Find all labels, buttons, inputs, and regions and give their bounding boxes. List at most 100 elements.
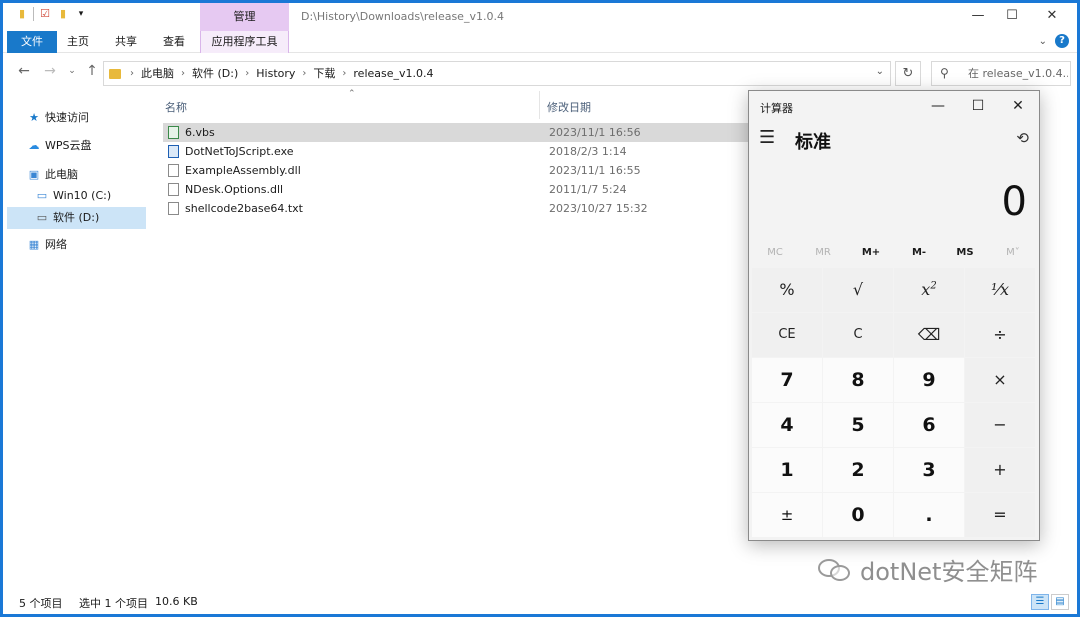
folder-icon[interactable]: ▮ (15, 7, 29, 21)
subtract-button[interactable]: − (965, 403, 1035, 447)
forward-arrow-icon[interactable]: → (41, 63, 59, 79)
breadcrumb-release[interactable]: release_v1.0.4 (349, 62, 437, 85)
window-title-path: D:\History\Downloads\release_v1.0.4 (301, 10, 504, 23)
folder-icon (109, 68, 121, 79)
chevron-down-icon[interactable]: ⌄ (876, 66, 884, 77)
search-input[interactable]: ⚲ 在 release_v1.0.4... (931, 61, 1071, 86)
ribbon-tabs: 文件 主页 共享 查看 应用程序工具 ⌄ ? (3, 31, 1077, 53)
refresh-icon[interactable]: ↻ (895, 61, 921, 86)
table-row[interactable]: NDesk.Options.dll 2011/1/7 5:24 (163, 180, 763, 199)
dll-file-icon (168, 183, 179, 196)
large-icons-view-icon[interactable]: ▤ (1051, 594, 1069, 610)
calculator-mode: 标准 (795, 132, 831, 153)
text-file-icon (168, 202, 179, 215)
memory-store-button[interactable]: MS (941, 243, 989, 263)
memory-recall-button[interactable]: MR (799, 243, 847, 263)
file-list: ⌃ 名称 修改日期 6.vbs 2023/11/1 16:56 DotNetTo… (161, 89, 763, 591)
add-button[interactable]: + (965, 448, 1035, 492)
column-divider[interactable] (539, 91, 540, 119)
file-date: 2011/1/7 5:24 (549, 183, 627, 196)
breadcrumb-this-pc[interactable]: 此电脑 (137, 62, 178, 85)
sidebar-item-label: WPS云盘 (45, 139, 92, 152)
table-row[interactable]: shellcode2base64.txt 2023/10/27 15:32 (163, 199, 763, 218)
breadcrumb-drive-d[interactable]: 软件 (D:) (188, 62, 242, 85)
digit-2-button[interactable]: 2 (823, 448, 893, 492)
status-bar: 5 个项目 选中 1 个项目 10.6 KB ☰ ▤ (3, 591, 1077, 614)
square-button-label: x (921, 280, 931, 299)
recent-locations-icon[interactable]: ⌄ (63, 66, 81, 76)
tab-file[interactable]: 文件 (7, 31, 57, 53)
digit-5-button[interactable]: 5 (823, 403, 893, 447)
column-header-date[interactable]: 修改日期 (547, 99, 591, 115)
digit-8-button[interactable]: 8 (823, 358, 893, 402)
memory-subtract-button[interactable]: M- (895, 243, 943, 263)
chevron-right-icon[interactable]: › (242, 62, 252, 85)
chevron-right-icon[interactable]: › (299, 62, 309, 85)
calc-close-button[interactable]: ✕ (999, 95, 1037, 117)
table-row[interactable]: DotNetToJScript.exe 2018/2/3 1:14 (163, 142, 763, 161)
up-arrow-icon[interactable]: ↑ (83, 63, 101, 79)
clear-button[interactable]: C (823, 313, 893, 357)
decimal-button[interactable]: . (894, 493, 964, 537)
reciprocal-button[interactable]: ¹⁄x (965, 268, 1035, 312)
back-arrow-icon[interactable]: ← (15, 63, 33, 79)
chevron-right-icon[interactable]: › (127, 62, 137, 85)
negate-button[interactable]: ± (752, 493, 822, 537)
tab-share[interactable]: 共享 (111, 31, 141, 53)
search-placeholder: 在 release_v1.0.4... (968, 67, 1068, 80)
file-name: DotNetToJScript.exe (185, 145, 294, 158)
hamburger-menu-icon[interactable]: ☰ (759, 127, 775, 148)
digit-7-button[interactable]: 7 (752, 358, 822, 402)
details-view-icon[interactable]: ☰ (1031, 594, 1049, 610)
chevron-right-icon[interactable]: › (178, 62, 188, 85)
percent-button[interactable]: % (752, 268, 822, 312)
manage-context-tab[interactable]: 管理 (200, 3, 289, 31)
sidebar-item-label: 此电脑 (45, 168, 78, 181)
chevron-right-icon[interactable]: › (339, 62, 349, 85)
sidebar-item-wps-cloud[interactable]: ☁ WPS云盘 (27, 135, 146, 157)
digit-1-button[interactable]: 1 (752, 448, 822, 492)
sidebar-item-this-pc[interactable]: ▣ 此电脑 (27, 164, 146, 186)
digit-0-button[interactable]: 0 (823, 493, 893, 537)
tab-app-tools[interactable]: 应用程序工具 (200, 31, 289, 53)
history-icon[interactable]: ⟲ (1016, 129, 1029, 147)
sidebar-item-label: 软件 (D:) (53, 211, 100, 224)
close-button[interactable]: ✕ (1029, 3, 1075, 31)
new-folder-icon[interactable]: ▮ (56, 7, 70, 21)
multiply-button[interactable]: × (965, 358, 1035, 402)
digit-4-button[interactable]: 4 (752, 403, 822, 447)
digit-3-button[interactable]: 3 (894, 448, 964, 492)
backspace-icon[interactable]: ⌫ (894, 313, 964, 357)
help-icon[interactable]: ? (1055, 34, 1069, 48)
properties-icon[interactable]: ☑ (38, 7, 52, 21)
memory-list-button[interactable]: M˅ (989, 243, 1037, 263)
network-icon: ▦ (28, 238, 40, 251)
sidebar-item-quick-access[interactable]: ★ 快速访问 (27, 107, 146, 129)
sidebar-item-drive-d[interactable]: ▭ 软件 (D:) (7, 207, 146, 229)
tab-home[interactable]: 主页 (63, 31, 93, 53)
calculator-window: 计算器 — ☐ ✕ ☰ 标准 ⟲ 0 MC MR M+ M- MS M˅ % √… (748, 90, 1040, 541)
digit-9-button[interactable]: 9 (894, 358, 964, 402)
selection-count: 选中 1 个项目 (79, 597, 148, 610)
tab-view[interactable]: 查看 (159, 31, 189, 53)
equals-button[interactable]: = (965, 493, 1035, 537)
square-button[interactable]: x2 (894, 268, 964, 312)
table-row[interactable]: ExampleAssembly.dll 2023/11/1 16:55 (163, 161, 763, 180)
breadcrumb-history[interactable]: History (252, 62, 299, 85)
customize-toolbar-icon[interactable]: ▾ (74, 7, 88, 21)
column-header-name[interactable]: 名称 (165, 99, 187, 115)
memory-clear-button[interactable]: MC (751, 243, 799, 263)
table-row[interactable]: 6.vbs 2023/11/1 16:56 (163, 123, 763, 142)
square-root-button[interactable]: √ (823, 268, 893, 312)
clear-entry-button[interactable]: CE (752, 313, 822, 357)
address-bar[interactable]: › 此电脑 › 软件 (D:) › History › 下载 › release… (103, 61, 891, 86)
divide-button[interactable]: ÷ (965, 313, 1035, 357)
calc-maximize-button[interactable]: ☐ (959, 95, 997, 117)
breadcrumb-downloads[interactable]: 下载 (309, 62, 339, 85)
memory-add-button[interactable]: M+ (847, 243, 895, 263)
sidebar-item-drive-c[interactable]: ▭ Win10 (C:) (3, 185, 146, 207)
digit-6-button[interactable]: 6 (894, 403, 964, 447)
expand-ribbon-icon[interactable]: ⌄ (1039, 36, 1047, 47)
sidebar-item-network[interactable]: ▦ 网络 (27, 234, 146, 256)
calc-minimize-button[interactable]: — (919, 95, 957, 117)
